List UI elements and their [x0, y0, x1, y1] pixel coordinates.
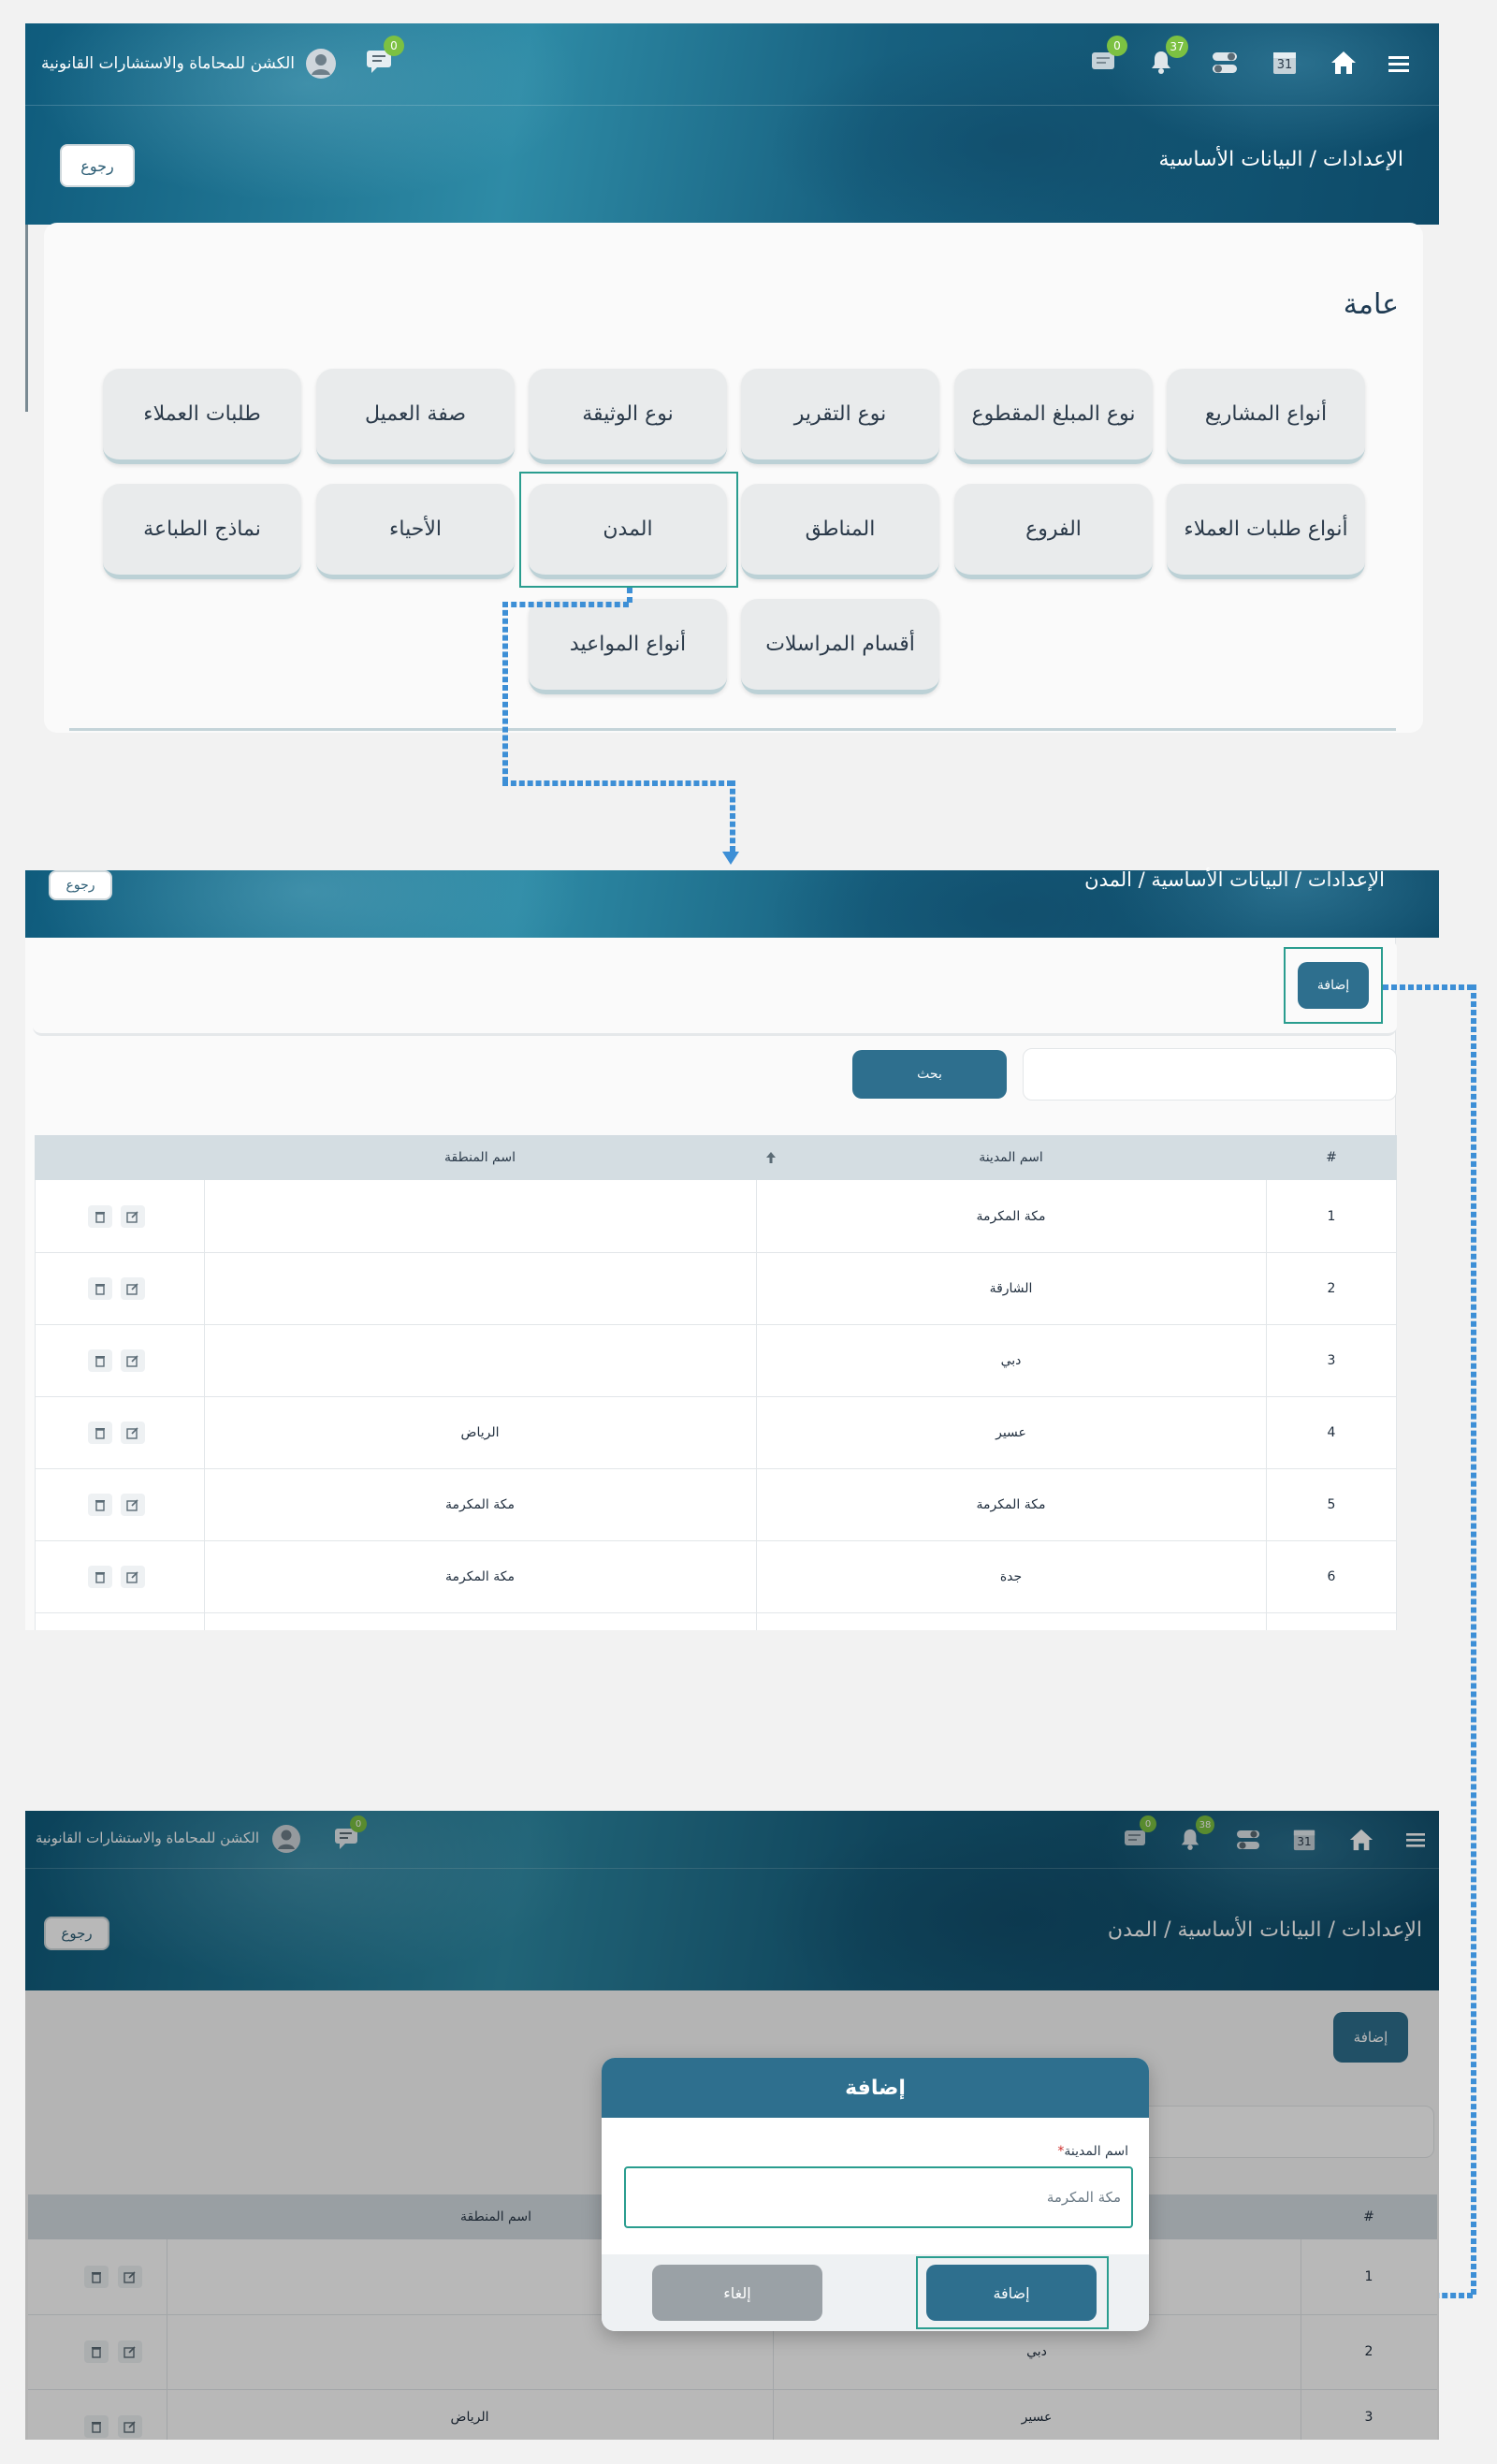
city-name-input-value: مكة المكرمة	[1046, 2189, 1121, 2206]
delete-icon[interactable]	[88, 1349, 112, 1372]
tile-lump-sum-type[interactable]: نوع المبلغ المقطوع	[954, 369, 1153, 464]
edit-icon[interactable]	[121, 1277, 145, 1300]
edit-icon[interactable]	[121, 1205, 145, 1228]
chat-badge: 0	[384, 36, 404, 56]
connector-1-right	[730, 780, 735, 852]
table-row-region: مكة المكرمة	[445, 1568, 515, 1584]
edit-icon[interactable]	[121, 1349, 145, 1372]
screen2-right-strip	[1395, 938, 1439, 1630]
header-num: #	[1326, 1150, 1337, 1165]
table-row-city: مكة المكرمة	[976, 1496, 1046, 1512]
table-row-num: 5	[1327, 1496, 1336, 1512]
tile-branches[interactable]: الفروع	[954, 484, 1153, 579]
header-region-name: اسم المنطقة	[444, 1150, 516, 1165]
bell-badge: 37	[1166, 36, 1188, 58]
home-icon[interactable]	[1329, 49, 1359, 77]
modal-title: إضافة	[845, 2076, 906, 2100]
screen2-search-input[interactable]	[1023, 1048, 1397, 1101]
connector-1-horiz-a	[502, 602, 629, 607]
row-divider	[35, 1612, 1397, 1613]
sort-arrow-icon[interactable]	[760, 1135, 782, 1180]
delete-icon[interactable]	[88, 1494, 112, 1516]
connector-2-vertical	[1471, 984, 1476, 2295]
tile-correspondence-sections[interactable]: أقسام المراسلات	[741, 599, 939, 694]
delete-icon[interactable]	[88, 1422, 112, 1444]
tile-districts[interactable]: الأحياء	[316, 484, 515, 579]
tile-regions[interactable]: المناطق	[741, 484, 939, 579]
connector-1-left	[502, 602, 508, 782]
tile-report-type[interactable]: نوع التقرير	[741, 369, 939, 464]
tile-client-requests[interactable]: طلبات العملاء	[103, 369, 301, 464]
header-city-name[interactable]: اسم المدينة	[756, 1135, 1266, 1180]
table-row-region	[204, 1324, 756, 1396]
delete-icon[interactable]	[88, 1566, 112, 1588]
field-label-text: اسم المدينة	[1064, 2144, 1128, 2159]
calendar-day: 31	[1276, 58, 1293, 72]
screen2-action-card	[33, 940, 1397, 1036]
table-row-num: 4	[1327, 1424, 1336, 1440]
table-row-num: 1	[1327, 1208, 1336, 1224]
table-row-city: جدة	[999, 1568, 1023, 1584]
tile-project-types[interactable]: أنواع المشاريع	[1167, 369, 1365, 464]
screen1-left-edge	[25, 225, 28, 412]
table-row-city: دبي	[1000, 1352, 1022, 1368]
calendar-icon[interactable]: 31	[1271, 47, 1299, 77]
toggle-icon[interactable]	[1209, 49, 1241, 77]
connector-1-down	[627, 588, 632, 603]
table-row-region: مكة المكرمة	[445, 1496, 515, 1512]
notes-badge: 0	[1107, 36, 1127, 56]
table-row-region: الرياض	[460, 1424, 500, 1440]
section-title: عامة	[1343, 288, 1399, 321]
tile-print-templates[interactable]: نماذج الطباعة	[103, 484, 301, 579]
firm-name: الكشن للمحاماة والاستشارات القانونية	[40, 54, 295, 73]
tile-document-type[interactable]: نوع الوثيقة	[529, 369, 727, 464]
table-row-num: 2	[1327, 1280, 1336, 1296]
screen1-back-button[interactable]: رجوع	[60, 144, 135, 187]
table-row-city: عسير	[996, 1424, 1026, 1440]
table-row-region	[204, 1180, 756, 1252]
highlight-cities-tile	[519, 472, 738, 588]
screen2-back-button[interactable]: رجوع	[49, 870, 112, 900]
modal-cancel-button[interactable]: إلغاء	[652, 2265, 822, 2321]
table-row-num: 6	[1327, 1568, 1336, 1584]
table-row-city: مكة المكرمة	[976, 1208, 1046, 1224]
connector-1-arrowhead	[722, 852, 739, 865]
connector-1-horiz-b	[502, 780, 733, 786]
menu-icon[interactable]	[1386, 52, 1412, 75]
screen1-bottom-divider	[69, 728, 1396, 731]
modal-field-label: اسم المدينة*	[1057, 2144, 1128, 2159]
edit-icon[interactable]	[121, 1422, 145, 1444]
highlight-add-button	[1284, 947, 1383, 1024]
screen2-breadcrumb[interactable]: الإعدادات / البيانات الأساسية / المدن	[973, 868, 1385, 891]
avatar-icon[interactable]	[306, 49, 336, 79]
delete-icon[interactable]	[88, 1205, 112, 1228]
tile-client-capacity[interactable]: صفة العميل	[316, 369, 515, 464]
table-row-num: 3	[1327, 1352, 1336, 1368]
tile-appointment-types[interactable]: أنواع المواعيد	[529, 599, 727, 694]
edit-icon[interactable]	[121, 1494, 145, 1516]
tile-client-request-types[interactable]: أنواع طلبات العملاء	[1167, 484, 1365, 579]
table-row-city: الشارقة	[989, 1280, 1033, 1296]
connector-2-horiz-top	[1383, 984, 1473, 990]
highlight-submit-button	[916, 2256, 1109, 2329]
table-row-region	[204, 1252, 756, 1324]
delete-icon[interactable]	[88, 1277, 112, 1300]
edit-icon[interactable]	[121, 1566, 145, 1588]
screen1-breadcrumb[interactable]: الإعدادات / البيانات الأساسية	[982, 148, 1403, 171]
screen2-search-button[interactable]: بحث	[852, 1050, 1007, 1099]
